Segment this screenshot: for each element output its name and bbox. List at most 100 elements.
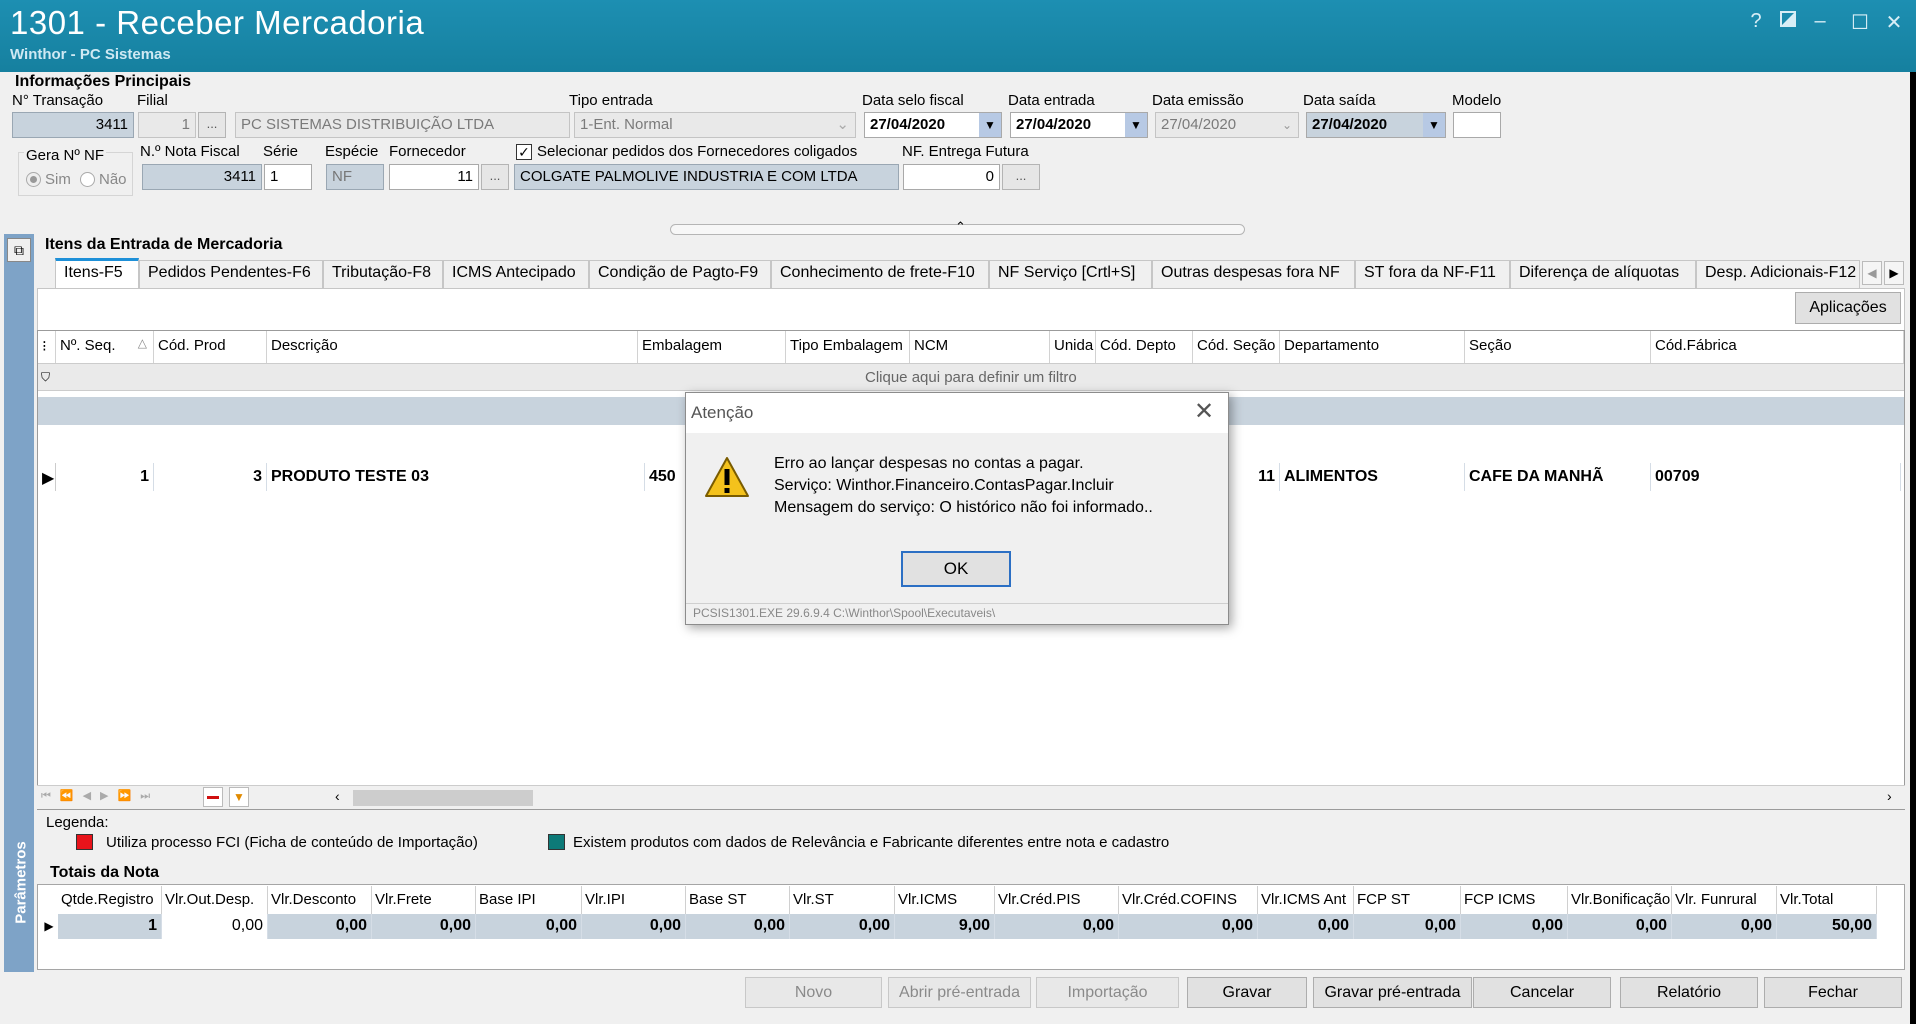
totals-cell-4[interactable]: 0,00 — [476, 914, 582, 939]
totals-header-7[interactable]: Vlr.ST — [790, 886, 895, 914]
totals-header-1[interactable]: Vlr.Out.Desp. — [162, 886, 268, 914]
totals-cell-10[interactable]: 0,00 — [1119, 914, 1258, 939]
gravar-pre-entrada-button[interactable]: Gravar pré-entrada — [1313, 977, 1472, 1008]
totals-header-8[interactable]: Vlr.ICMS — [895, 886, 995, 914]
filter-funnel-icon[interactable]: ▼ — [229, 787, 249, 807]
totals-header-5[interactable]: Vlr.IPI — [582, 886, 686, 914]
data-saida-dropdown-icon[interactable]: ▼ — [1423, 113, 1445, 137]
coligados-checkbox[interactable]: ✓ — [516, 144, 532, 160]
tab-scroll-left-icon[interactable]: ◀ — [1862, 261, 1882, 285]
column-header-5[interactable]: NCM — [910, 331, 1050, 363]
tab-0[interactable]: Itens-F5 — [55, 258, 139, 289]
cell-cod-prod[interactable]: 3 — [154, 463, 267, 491]
column-header-3[interactable]: Embalagem — [638, 331, 786, 363]
ok-button[interactable]: OK — [901, 551, 1011, 587]
tab-1[interactable]: Pedidos Pendentes-F6 — [139, 260, 323, 288]
gravar-button[interactable]: Gravar — [1187, 977, 1307, 1008]
relatorio-button[interactable]: Relatório — [1620, 977, 1758, 1008]
totals-header-11[interactable]: Vlr.ICMS Ant — [1258, 886, 1354, 914]
filter-row[interactable]: ⛉ Clique aqui para definir um filtro — [38, 363, 1904, 391]
cancelar-button[interactable]: Cancelar — [1473, 977, 1611, 1008]
entrega-futura-field[interactable]: 0 — [903, 164, 1000, 190]
tab-7[interactable]: Outras despesas fora NF — [1152, 260, 1355, 288]
column-header-8[interactable]: Cód. Seção — [1193, 331, 1280, 363]
novo-button[interactable]: Novo — [745, 977, 882, 1008]
scroll-right-icon[interactable]: › — [1887, 788, 1892, 804]
importacao-button[interactable]: Importação — [1036, 977, 1179, 1008]
column-header-11[interactable]: Cód.Fábrica — [1651, 331, 1904, 363]
totals-cell-13[interactable]: 0,00 — [1461, 914, 1568, 939]
fechar-button[interactable]: Fechar — [1764, 977, 1902, 1008]
maximize-icon[interactable]: ☐ — [1846, 10, 1874, 35]
tipo-entrada-select[interactable]: 1-Ent. Normal ⌄ — [574, 112, 856, 138]
totals-header-3[interactable]: Vlr.Frete — [372, 886, 476, 914]
dialog-close-icon[interactable]: ✕ — [1194, 397, 1214, 426]
aplicacoes-button[interactable]: Aplicações — [1795, 292, 1901, 324]
column-header-9[interactable]: Departamento — [1280, 331, 1465, 363]
restore-icon[interactable] — [1774, 10, 1802, 33]
totals-header-14[interactable]: Vlr.Bonificação — [1568, 886, 1672, 914]
column-header-2[interactable]: Descrição — [267, 331, 638, 363]
totals-header-15[interactable]: Vlr. Funrural — [1672, 886, 1777, 914]
horizontal-scrollbar-thumb[interactable] — [353, 790, 533, 806]
totals-cell-16[interactable]: 50,00 — [1777, 914, 1877, 939]
column-header-6[interactable]: Unida — [1050, 331, 1096, 363]
tab-3[interactable]: ICMS Antecipado — [443, 260, 589, 288]
tab-6[interactable]: NF Serviço [Crtl+S] — [989, 260, 1152, 288]
abrir-pre-entrada-button[interactable]: Abrir pré-entrada — [888, 977, 1031, 1008]
tab-4[interactable]: Condição de Pagto-F9 — [589, 260, 771, 288]
totals-header-12[interactable]: FCP ST — [1354, 886, 1461, 914]
especie-field[interactable]: NF — [326, 164, 384, 190]
panel-splitter[interactable]: ⌃ — [670, 219, 1245, 235]
parametros-sidebar[interactable]: ⧉ Parâmetros — [4, 234, 34, 972]
data-selo-dropdown-icon[interactable]: ▼ — [979, 113, 1001, 137]
column-header-10[interactable]: Seção — [1465, 331, 1651, 363]
fornecedor-code-field[interactable]: 11 — [389, 164, 479, 190]
navigation-icons[interactable]: ⏮⏪◀▶⏩⏭ — [41, 789, 159, 803]
tab-scroll-right-icon[interactable]: ▶ — [1884, 261, 1904, 285]
tab-10[interactable]: Desp. Adicionais-F12 — [1696, 260, 1860, 288]
cell-secao[interactable]: CAFE DA MANHÃ — [1465, 463, 1651, 491]
totals-cell-2[interactable]: 0,00 — [268, 914, 372, 939]
totals-header-10[interactable]: Vlr.Créd.COFINS — [1119, 886, 1258, 914]
totals-cell-11[interactable]: 0,00 — [1258, 914, 1354, 939]
cell-cod-fabrica[interactable]: 00709 — [1651, 463, 1901, 491]
sim-radio[interactable] — [26, 172, 41, 187]
totals-cell-5[interactable]: 0,00 — [582, 914, 686, 939]
scroll-left-icon[interactable]: ‹ — [335, 788, 340, 804]
filial-code-field[interactable]: 1 — [138, 112, 196, 138]
nao-radio[interactable] — [80, 172, 95, 187]
totals-cell-15[interactable]: 0,00 — [1672, 914, 1777, 939]
totals-header-2[interactable]: Vlr.Desconto — [268, 886, 372, 914]
column-header-7[interactable]: Cód. Depto — [1096, 331, 1193, 363]
help-icon[interactable]: ? — [1742, 10, 1770, 33]
filial-lookup-button[interactable]: ... — [198, 112, 226, 138]
totals-cell-6[interactable]: 0,00 — [686, 914, 790, 939]
cell-descricao[interactable]: PRODUTO TESTE 03 — [267, 463, 645, 491]
tab-8[interactable]: ST fora da NF-F11 — [1355, 260, 1510, 288]
serie-field[interactable]: 1 — [264, 164, 312, 190]
data-entrada-field[interactable]: 27/04/2020 ▼ — [1010, 112, 1148, 138]
totals-cell-14[interactable]: 0,00 — [1568, 914, 1672, 939]
cell-departamento[interactable]: ALIMENTOS — [1280, 463, 1465, 491]
delete-record-icon[interactable] — [203, 787, 223, 807]
data-selo-field[interactable]: 27/04/2020 ▼ — [864, 112, 1002, 138]
entrega-futura-lookup-button[interactable]: ... — [1002, 164, 1040, 190]
totals-header-6[interactable]: Base ST — [686, 886, 790, 914]
totals-header-13[interactable]: FCP ICMS — [1461, 886, 1568, 914]
data-entrada-dropdown-icon[interactable]: ▼ — [1125, 113, 1147, 137]
totals-cell-1[interactable]: 0,00 — [162, 914, 268, 939]
totals-cell-12[interactable]: 0,00 — [1354, 914, 1461, 939]
modelo-field[interactable] — [1453, 112, 1501, 138]
minimize-icon[interactable]: – — [1806, 10, 1834, 33]
restore-panel-icon[interactable]: ⧉ — [7, 238, 31, 262]
totals-header-0[interactable]: Qtde.Registro — [58, 886, 162, 914]
totals-cell-0[interactable]: 1 — [58, 914, 162, 939]
totals-cell-9[interactable]: 0,00 — [995, 914, 1119, 939]
filter-hint[interactable]: Clique aqui para definir um filtro — [865, 369, 1077, 386]
close-icon[interactable]: ✕ — [1880, 10, 1908, 35]
totals-header-16[interactable]: Vlr.Total — [1777, 886, 1877, 914]
totals-cell-8[interactable]: 9,00 — [895, 914, 995, 939]
totals-cell-7[interactable]: 0,00 — [790, 914, 895, 939]
tab-2[interactable]: Tributação-F8 — [323, 260, 443, 288]
